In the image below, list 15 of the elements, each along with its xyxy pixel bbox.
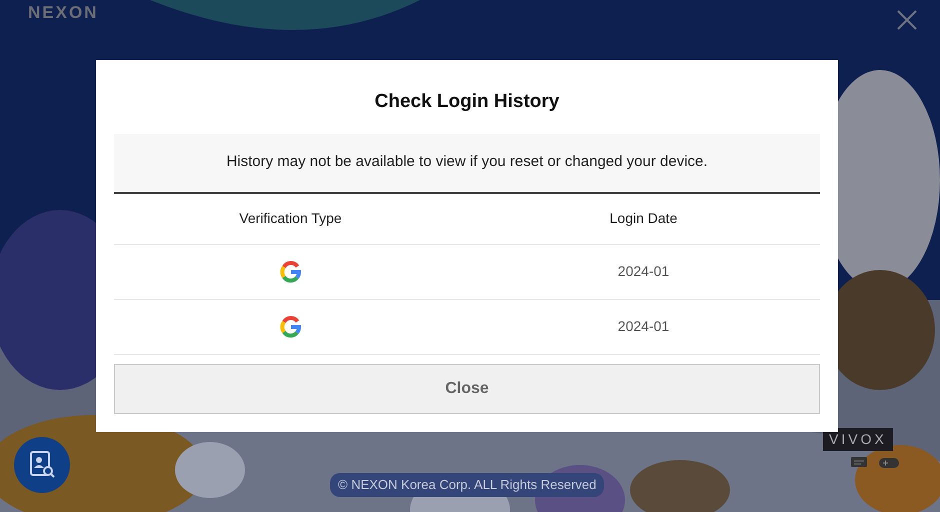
google-icon (280, 316, 302, 338)
voice-badge: VIVOX (823, 428, 893, 451)
close-button[interactable]: Close (114, 364, 820, 414)
google-icon (280, 260, 302, 282)
close-icon[interactable] (896, 8, 918, 30)
dialog-title: Check Login History (374, 90, 560, 114)
column-header: Verification Type (238, 209, 343, 228)
login-date: 2024-01 (618, 317, 670, 336)
profile-search-icon (28, 450, 56, 480)
column-header: Login Date (608, 209, 678, 228)
notice-text: History may not be available to view if you reset or changed your device. (226, 152, 708, 172)
chat-icon[interactable] (850, 456, 868, 470)
brand-logo: NEXON (28, 2, 98, 24)
login-date: 2024-01 (618, 262, 670, 281)
copyright-text: © NEXON Korea Corp. ALL Rights Reserved (330, 473, 604, 496)
